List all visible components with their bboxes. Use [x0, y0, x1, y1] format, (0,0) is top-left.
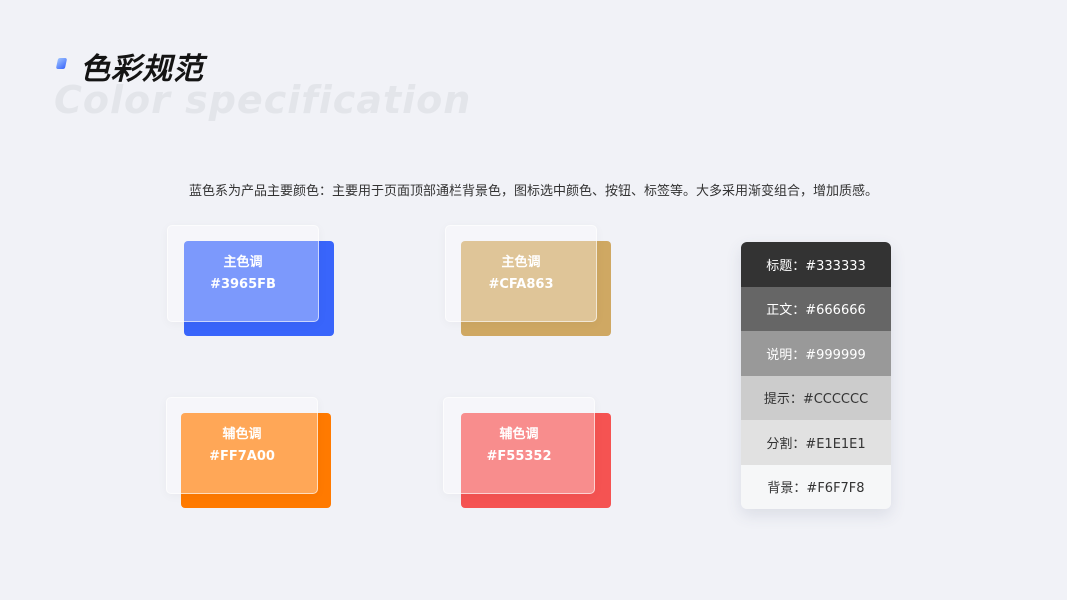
logo-mark-icon	[55, 58, 68, 69]
neutral-row-title: 标题：#333333	[741, 242, 891, 287]
swatch-glass-card: 主色调 #3965FB	[167, 225, 319, 322]
swatch-label: 主色调	[223, 254, 263, 270]
swatch-hex: #3965FB	[210, 276, 276, 292]
neutral-row-body: 正文：#666666	[741, 286, 891, 331]
neutral-row-caption: 说明：#999999	[741, 331, 891, 376]
neutral-row-divider: 分割：#E1E1E1	[741, 420, 891, 465]
swatch-label: 主色调	[501, 254, 541, 270]
description-text: 蓝色系为产品主要颜色：主要用于页面顶部通栏背景色，图标选中颜色、按钮、标签等。大…	[188, 184, 878, 199]
neutral-color-stack: 标题：#333333 正文：#666666 说明：#999999 提示：#CCC…	[741, 242, 891, 509]
neutral-row-hint: 提示：#CCCCCC	[741, 375, 891, 420]
neutral-row-background: 背景：#F6F7F8	[741, 464, 891, 509]
swatch-glass-card: 辅色调 #F55352	[443, 397, 595, 494]
swatch-glass-card: 辅色调 #FF7A00	[166, 397, 318, 494]
swatch-label: 辅色调	[499, 426, 539, 442]
swatch-hex: #CFA863	[488, 276, 554, 292]
swatch-hex: #F55352	[486, 448, 552, 464]
swatch-hex: #FF7A00	[209, 448, 275, 464]
swatch-glass-card: 主色调 #CFA863	[445, 225, 597, 322]
swatch-label: 辅色调	[222, 426, 262, 442]
page-subtitle-watermark: Color specification	[54, 78, 472, 122]
